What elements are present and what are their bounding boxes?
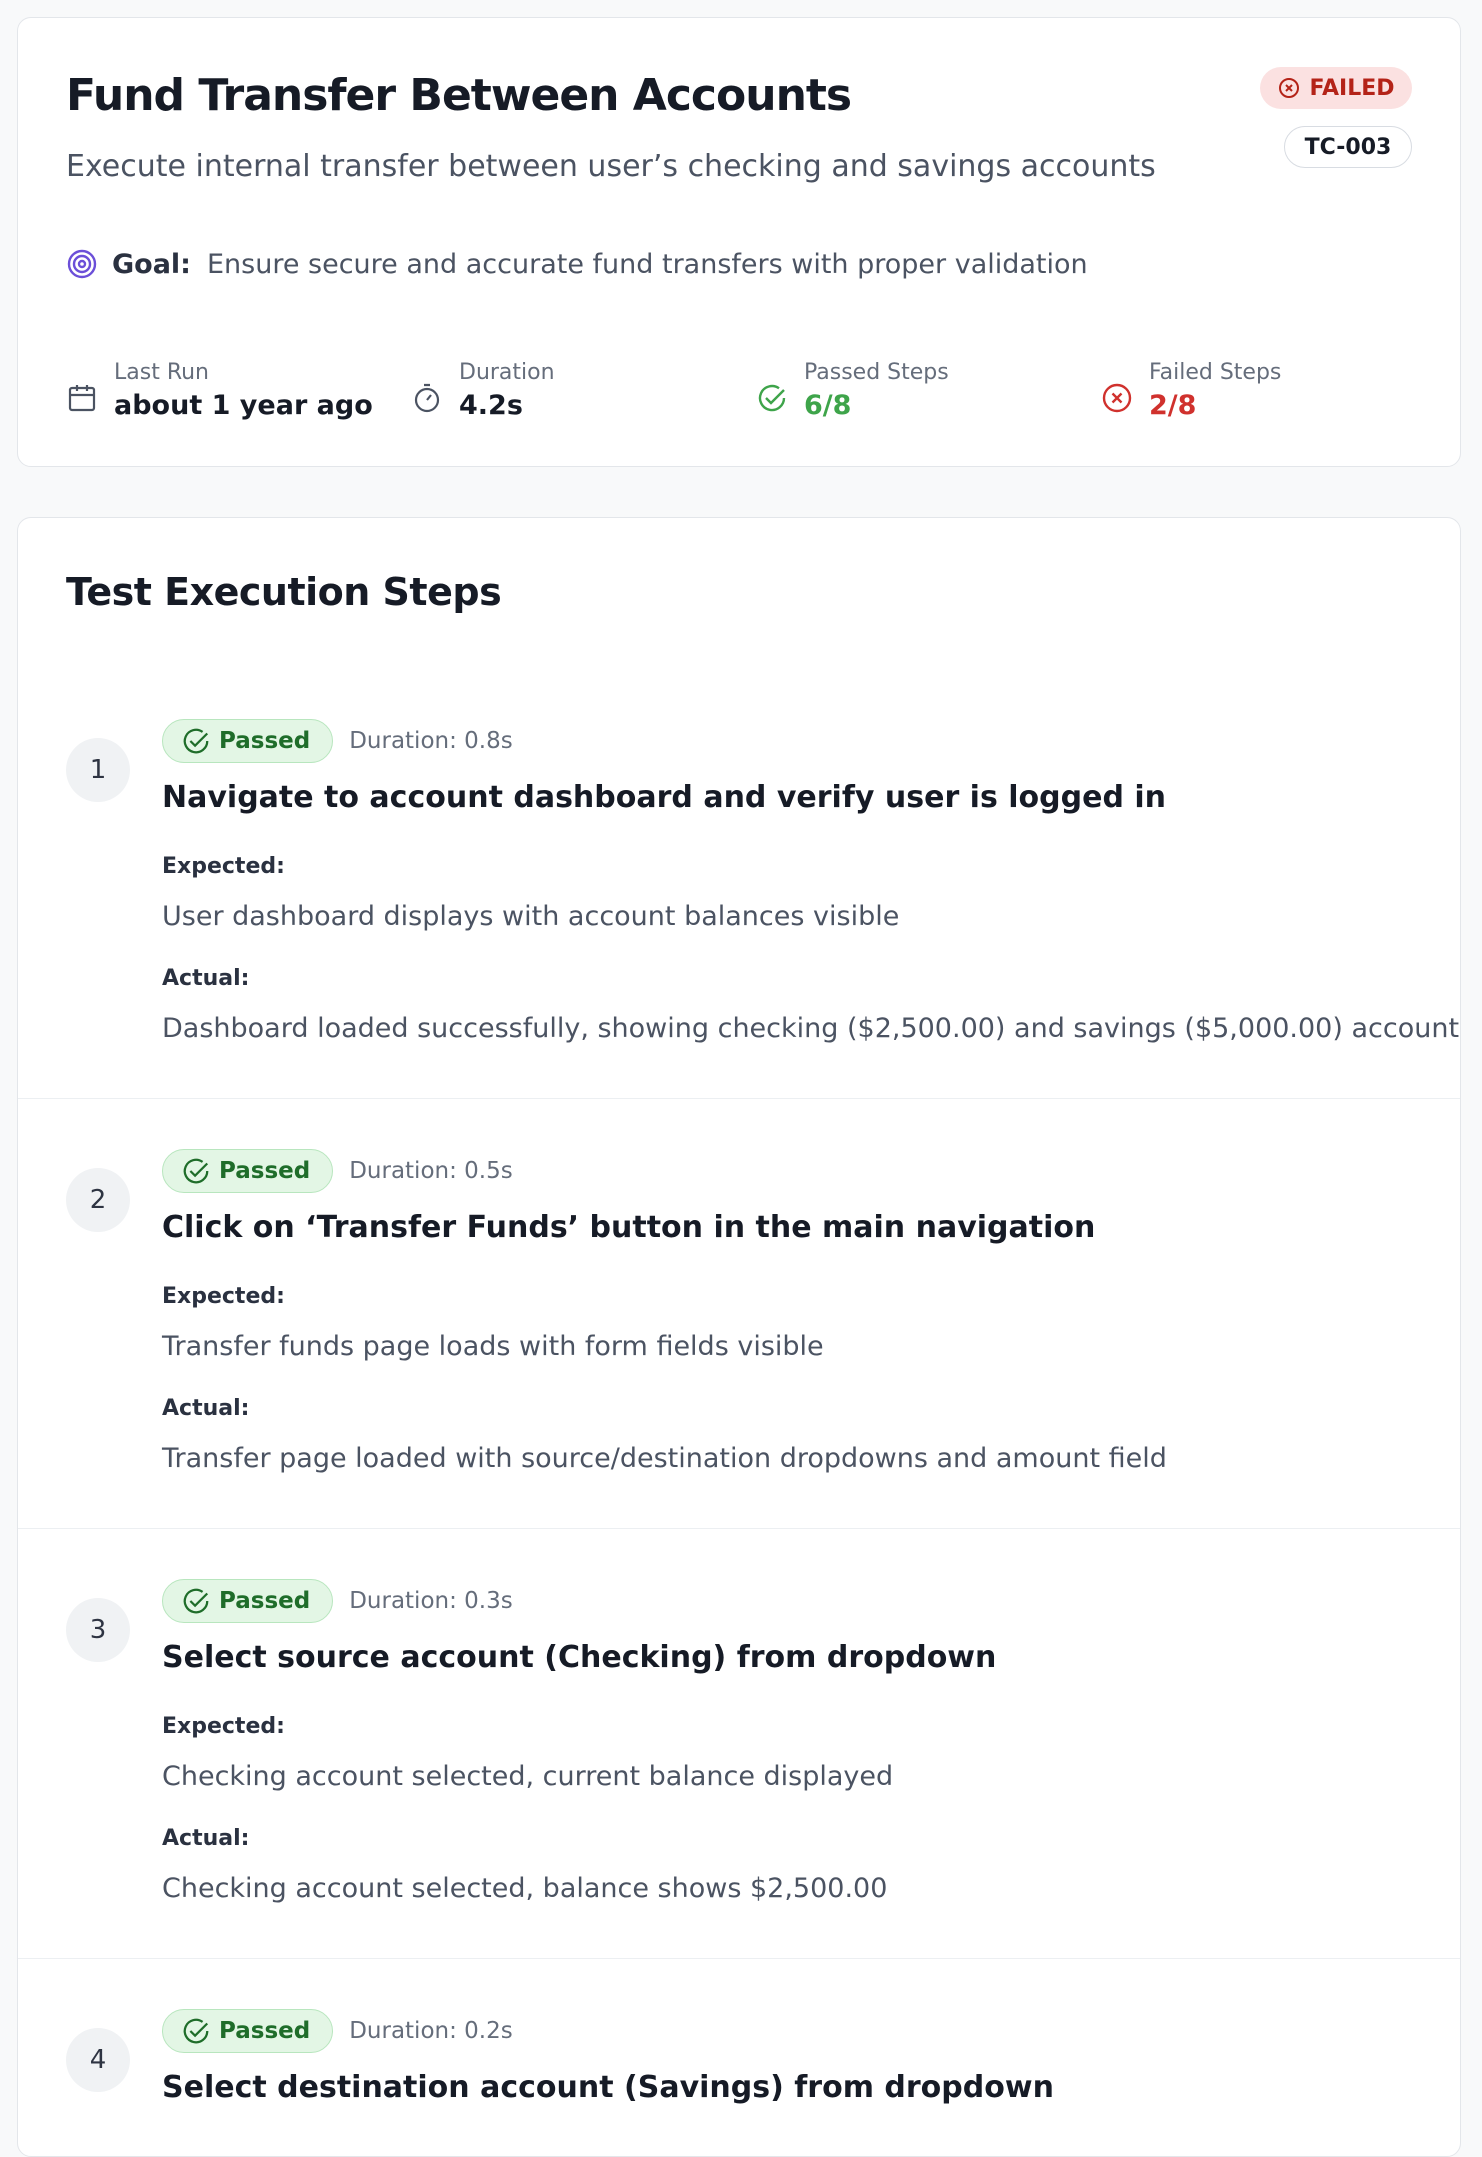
failed-steps-label: Failed Steps [1149,360,1282,385]
last-run-value: about 1 year ago [114,390,373,421]
step-number: 3 [66,1598,130,1662]
step-duration: Duration: 0.8s [349,728,513,754]
step-1: 1 Passed Duration: 0.8s Navigate to acco… [18,718,1460,1099]
check-circle-icon [183,2018,209,2044]
test-description: Execute internal transfer between user’s… [66,149,1156,184]
step-number: 4 [66,2028,130,2092]
meta-passed-steps: Passed Steps 6/8 [756,360,949,426]
actual-label: Actual: [162,966,250,991]
passed-steps-value: 6/8 [804,390,852,421]
check-circle-icon [758,384,786,412]
step-number: 1 [66,738,130,802]
duration-value: 4.2s [459,390,523,421]
timer-icon [414,383,440,413]
step-status-label: Passed [219,1158,311,1184]
test-summary-card: Fund Transfer Between Accounts FAILED TC… [17,17,1461,467]
meta-last-run: Last Run about 1 year ago [66,360,373,426]
expected-value: User dashboard displays with account bal… [162,901,900,932]
meta-duration: Duration 4.2s [411,360,555,426]
duration-label: Duration [459,360,555,385]
step-status-label: Passed [219,728,311,754]
test-steps-card: Test Execution Steps 1 Passed Duration: … [17,517,1461,2157]
check-circle-icon [183,1158,209,1184]
actual-value: Dashboard loaded successfully, showing c… [162,1013,1461,1044]
steps-section-title: Test Execution Steps [66,570,502,614]
last-run-label: Last Run [114,360,210,385]
target-icon [67,249,97,279]
meta-failed-steps: Failed Steps 2/8 [1101,360,1281,426]
step-status-label: Passed [219,2018,311,2044]
step-status-badge: Passed [162,719,334,763]
check-circle-icon [183,1588,209,1614]
x-circle-icon [1102,383,1132,413]
expected-label: Expected: [162,1714,285,1739]
x-circle-icon [1279,78,1300,98]
actual-value: Checking account selected, balance shows… [162,1873,888,1904]
test-title: Fund Transfer Between Accounts [66,70,852,121]
step-number: 2 [66,1168,130,1232]
step-4: 4 Passed Duration: 0.2s Select destinati… [18,2008,1460,2148]
step-duration: Duration: 0.3s [349,1588,513,1614]
status-badge-label: FAILED [1309,75,1395,101]
step-duration: Duration: 0.5s [349,1158,513,1184]
expected-value: Checking account selected, current balan… [162,1761,894,1792]
check-circle-icon [183,728,209,754]
step-status-label: Passed [219,1588,311,1614]
step-title: Navigate to account dashboard and verify… [162,780,1167,815]
expected-label: Expected: [162,1284,285,1309]
step-2: 2 Passed Duration: 0.5s Click on ‘Transf… [18,1148,1460,1529]
step-title: Select destination account (Savings) fro… [162,2070,1054,2105]
expected-label: Expected: [162,854,285,879]
passed-steps-label: Passed Steps [804,360,949,385]
test-id-badge: TC-003 [1284,126,1412,168]
step-status-badge: Passed [162,1149,334,1193]
step-status-badge: Passed [162,2009,334,2053]
actual-label: Actual: [162,1396,250,1421]
actual-label: Actual: [162,1826,250,1851]
test-goal: Goal: Ensure secure and accurate fund tr… [66,246,1088,282]
calendar-icon [68,385,96,412]
status-badge: FAILED [1260,67,1412,109]
step-duration: Duration: 0.2s [349,2018,513,2044]
goal-label: Goal: [112,248,191,280]
step-3: 3 Passed Duration: 0.3s Select source ac… [18,1578,1460,1959]
failed-steps-value: 2/8 [1149,390,1197,421]
step-status-badge: Passed [162,1579,334,1623]
actual-value: Transfer page loaded with source/destina… [162,1443,1167,1474]
expected-value: Transfer funds page loads with form fiel… [162,1331,824,1362]
step-title: Select source account (Checking) from dr… [162,1640,997,1675]
step-title: Click on ‘Transfer Funds’ button in the … [162,1210,1096,1245]
goal-text: Ensure secure and accurate fund transfer… [206,248,1088,280]
